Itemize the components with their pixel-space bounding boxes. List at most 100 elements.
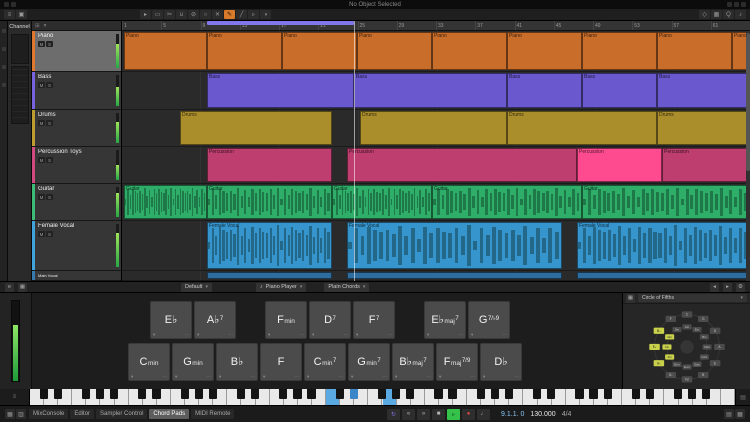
pad-adaptive-voicing-icon[interactable]: ▾: [197, 333, 199, 338]
track-m-button[interactable]: M: [38, 194, 45, 200]
track-m-button[interactable]: M: [38, 231, 45, 237]
track-s-button[interactable]: S: [46, 82, 53, 88]
track-list-toolbar[interactable]: ⊞ ▾: [32, 21, 121, 31]
black-key[interactable]: [279, 389, 287, 399]
pad-options-icon[interactable]: ⋯: [471, 375, 476, 380]
statusbar-tab-chord-pads[interactable]: Chord Pads: [149, 409, 189, 419]
black-key[interactable]: [674, 389, 682, 399]
split-tool[interactable]: ✂: [164, 10, 175, 19]
loop-button[interactable]: ↻: [387, 409, 400, 420]
chord-pad-d7[interactable]: D7▾⋯: [309, 301, 351, 339]
black-key[interactable]: [336, 389, 344, 399]
pad-options-icon[interactable]: ⋯: [515, 375, 520, 380]
statusbar-tab-mixconsole[interactable]: MixConsole: [29, 409, 68, 419]
clip-piano[interactable]: Piano: [507, 32, 582, 70]
black-key[interactable]: [96, 389, 104, 399]
chord-pad-ab7[interactable]: A♭7▾⋯: [194, 301, 236, 339]
rewind-button[interactable]: «: [402, 409, 415, 420]
chord-pad-cmin[interactable]: Cmin▾⋯: [128, 343, 170, 381]
pad-adaptive-voicing-icon[interactable]: ▾: [307, 375, 309, 380]
pads-preset-select[interactable]: Default▾: [181, 283, 212, 292]
track-m-button[interactable]: M: [38, 82, 45, 88]
pads-prev-icon[interactable]: ◂: [710, 283, 719, 292]
black-key[interactable]: [350, 389, 358, 399]
clip-percussion[interactable]: Percussion: [347, 148, 577, 182]
clip-drums[interactable]: Drums: [180, 111, 332, 145]
pad-adaptive-voicing-icon[interactable]: ▾: [312, 333, 314, 338]
player-select[interactable]: ♪ Piano Player▾: [256, 283, 306, 292]
pad-options-icon[interactable]: ⋯: [503, 333, 508, 338]
track-s-button[interactable]: S: [46, 120, 53, 126]
clip-guitar[interactable]: Guitar: [582, 185, 750, 219]
pad-options-icon[interactable]: ⋯: [251, 375, 256, 380]
metronome-button[interactable]: ♩: [477, 409, 490, 420]
track-header-main-vocal[interactable]: Main Vocal: [32, 271, 121, 281]
black-key[interactable]: [152, 389, 160, 399]
black-key[interactable]: [448, 389, 456, 399]
black-key[interactable]: [251, 389, 259, 399]
time-signature-display[interactable]: 4/4: [562, 411, 572, 418]
record-button[interactable]: ●: [462, 409, 475, 420]
clip-female-vocal[interactable]: Female Vocal: [347, 222, 562, 269]
statusbar-tab-midi-remote[interactable]: MIDI Remote: [191, 409, 234, 419]
pad-options-icon[interactable]: ⋯: [344, 333, 349, 338]
clip-drums[interactable]: Drums: [657, 111, 750, 145]
pad-options-icon[interactable]: ⋯: [207, 375, 212, 380]
black-key[interactable]: [293, 389, 301, 399]
black-key[interactable]: [632, 389, 640, 399]
snap-icon[interactable]: ◇: [699, 10, 710, 19]
cof-node-fm[interactable]: Fm: [665, 354, 674, 359]
chord-pad-f7[interactable]: F7▾⋯: [353, 301, 395, 339]
track-s-button[interactable]: S: [46, 194, 53, 200]
clip-main-vocal[interactable]: [577, 272, 750, 279]
pad-options-icon[interactable]: ⋯: [300, 333, 305, 338]
pad-adaptive-voicing-icon[interactable]: ▾: [263, 375, 265, 380]
pad-options-icon[interactable]: ⋯: [427, 375, 432, 380]
statusbar-tab-sampler-control[interactable]: Sampler Control: [96, 409, 147, 419]
arrangement-area[interactable]: 15913172125293337414549535761 PianoPiano…: [122, 21, 750, 281]
pads-edit-button[interactable]: e: [5, 283, 14, 292]
pad-adaptive-voicing-icon[interactable]: ▾: [483, 375, 485, 380]
cof-node-ab[interactable]: A♭: [654, 360, 665, 366]
erase-tool[interactable]: ⊘: [188, 10, 199, 19]
black-key[interactable]: [307, 389, 315, 399]
pad-adaptive-voicing-icon[interactable]: ▾: [175, 375, 177, 380]
track-header-percussion-toys[interactable]: Percussion ToysMS: [32, 147, 121, 184]
pad-options-icon[interactable]: ⋯: [383, 375, 388, 380]
clip-female-vocal[interactable]: Female Vocal: [207, 222, 332, 269]
chord-pad-g7-b9[interactable]: G7/♭9▾⋯: [468, 301, 510, 339]
pad-adaptive-voicing-icon[interactable]: ▾: [395, 375, 397, 380]
vertical-scrollbar[interactable]: [746, 31, 750, 281]
black-key[interactable]: [491, 389, 499, 399]
chord-pad-ebmaj7[interactable]: E♭maj7▾⋯: [424, 301, 466, 339]
clip-guitar[interactable]: Guitar: [207, 185, 332, 219]
clip-piano[interactable]: Piano: [657, 32, 732, 70]
pad-adaptive-voicing-icon[interactable]: ▾: [351, 375, 353, 380]
cof-node-dm[interactable]: Dm: [672, 327, 681, 332]
clip-bass[interactable]: Bass: [657, 73, 750, 108]
add-track-icon[interactable]: ⊞: [35, 23, 40, 29]
clip-main-vocal[interactable]: [347, 272, 562, 279]
pad-adaptive-voicing-icon[interactable]: ▾: [268, 333, 270, 338]
cof-node-gsm[interactable]: G♯m: [692, 362, 701, 367]
menu-icon[interactable]: ≡: [4, 10, 15, 19]
track-s-button[interactable]: S: [46, 157, 53, 163]
circle-of-fifths-select[interactable]: Circle of Fifths ▾: [638, 294, 747, 302]
chord-pad-gmin7[interactable]: Gmin7▾⋯: [348, 343, 390, 381]
pad-adaptive-voicing-icon[interactable]: ▾: [153, 333, 155, 338]
window-icon[interactable]: ▣: [16, 10, 27, 19]
workspace-icon[interactable]: ▦: [5, 409, 15, 419]
pad-adaptive-voicing-icon[interactable]: ▾: [219, 375, 221, 380]
chord-pad-f[interactable]: F▾⋯: [260, 343, 302, 381]
cof-node-d[interactable]: D: [710, 328, 721, 334]
color-tool[interactable]: ◑: [260, 10, 271, 19]
cof-node-bm[interactable]: Bm: [700, 334, 709, 339]
cof-node-cm[interactable]: Cm: [662, 344, 671, 349]
track-m-button[interactable]: M: [38, 157, 45, 163]
black-key[interactable]: [702, 389, 710, 399]
clip-bass[interactable]: Bass: [582, 73, 657, 108]
chords-mode-select[interactable]: Plain Chords▾: [324, 283, 369, 292]
black-key[interactable]: [604, 389, 612, 399]
clip-percussion[interactable]: Percussion: [577, 148, 662, 182]
black-key[interactable]: [378, 389, 386, 399]
